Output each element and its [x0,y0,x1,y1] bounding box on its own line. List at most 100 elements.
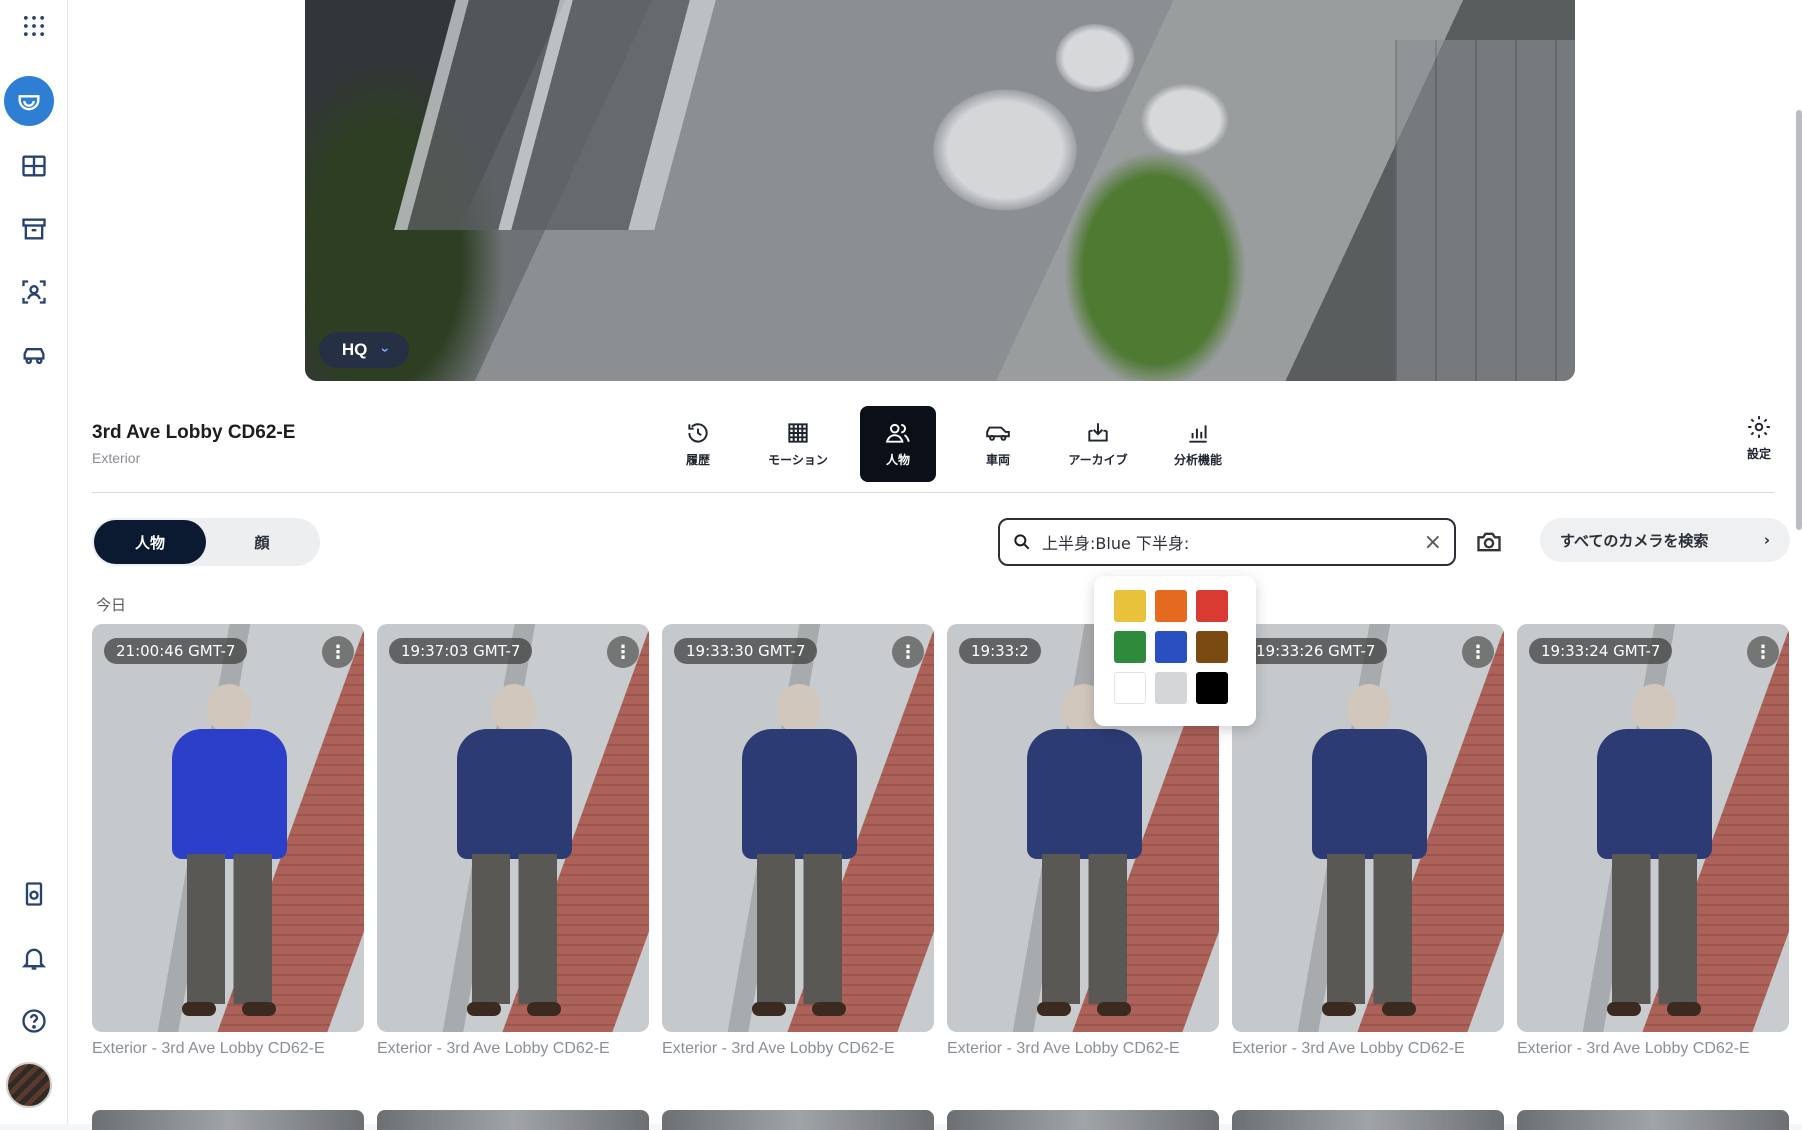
person-shoe [1097,1002,1131,1016]
timestamp-badge: 19:33:26 GMT-7 [1244,638,1388,664]
image-search-button[interactable] [1474,528,1504,556]
color-swatch[interactable] [1114,590,1146,622]
results-row-2-preview [92,1110,1789,1130]
person-legs [1612,854,1697,1004]
person-thumbnail[interactable]: 19:33:26 GMT-7 ⋮ [1232,624,1504,1032]
thumbnail-partial[interactable] [947,1110,1219,1130]
camera-dome-icon[interactable] [4,76,54,126]
color-swatch[interactable] [1114,672,1146,704]
live-video-feed[interactable]: HQ ‹ [305,0,1575,381]
person-legs [187,854,272,1004]
color-swatch[interactable] [1196,672,1228,704]
video-scene-paving [1395,40,1575,381]
vehicle-icon[interactable] [8,329,60,381]
person-shoe [182,1002,216,1016]
quality-toggle[interactable]: HQ ‹ [319,332,409,368]
segment-person[interactable]: 人物 [94,520,206,564]
bell-icon[interactable] [8,932,60,984]
more-options-icon[interactable]: ⋮ [1462,636,1494,668]
segment-face[interactable]: 顔 [206,520,318,564]
result-card[interactable]: 19:37:03 GMT-7 ⋮ Exterior - 3rd Ave Lobb… [377,624,649,1058]
person-shoe [242,1002,276,1016]
card-caption: Exterior - 3rd Ave Lobby CD62-E [947,1040,1180,1057]
camera-title: 3rd Ave Lobby CD62-E [92,422,296,443]
thumbnail-partial[interactable] [662,1110,934,1130]
tab-analytics[interactable]: 分析機能 [1148,406,1248,482]
more-options-icon[interactable]: ⋮ [607,636,639,668]
timestamp-badge: 19:37:03 GMT-7 [389,638,533,664]
color-picker-popover [1094,576,1256,726]
chevron-up-icon: ‹ [375,347,392,353]
person-thumbnail[interactable]: 19:37:03 GMT-7 ⋮ [377,624,649,1032]
archive-box-icon[interactable] [8,203,60,255]
color-swatch[interactable] [1155,590,1187,622]
search-box: × [998,518,1456,566]
person-head [207,684,251,734]
color-swatch[interactable] [1155,631,1187,663]
section-label: 今日 [96,596,127,614]
vehicle-icon [986,426,1010,441]
more-options-icon[interactable]: ⋮ [322,636,354,668]
layout-grid-icon[interactable] [8,140,60,192]
apps-grid-icon[interactable] [8,0,60,52]
person-shoe [812,1002,846,1016]
person-shoe [752,1002,786,1016]
search-all-cameras-button[interactable]: すべてのカメラを検索 › [1540,518,1790,562]
clear-icon[interactable]: × [1424,530,1442,555]
result-card[interactable]: 19:33:30 GMT-7 ⋮ Exterior - 3rd Ave Lobb… [662,624,934,1058]
color-swatch[interactable] [1114,631,1146,663]
tab-label: 車両 [985,453,1010,467]
card-caption: Exterior - 3rd Ave Lobby CD62-E [377,1040,610,1057]
tab-vehicle[interactable]: 車両 [948,406,1048,482]
result-card[interactable]: 19:33:24 GMT-7 ⋮ Exterior - 3rd Ave Lobb… [1517,624,1789,1058]
tab-label: 人物 [885,453,910,467]
person-thumbnail[interactable]: 21:00:46 GMT-7 ⋮ [92,624,364,1032]
person-figure [1302,684,1432,1024]
device-icon[interactable] [8,868,60,920]
settings-button[interactable]: 設定 [1746,414,1772,462]
person-shoe [527,1002,561,1016]
thumbnail-partial[interactable] [1517,1110,1789,1130]
card-caption: Exterior - 3rd Ave Lobby CD62-E [662,1040,895,1057]
search-all-cameras-label: すべてのカメラを検索 [1560,531,1709,550]
more-options-icon[interactable]: ⋮ [892,636,924,668]
tab-history[interactable]: 履歴 [648,406,748,482]
color-swatch[interactable] [1155,672,1187,704]
archive-download-icon [1088,423,1108,442]
main-panel: HQ ‹ 3rd Ave Lobby CD62-E Exterior 履歴 モー… [68,0,1802,1130]
result-card[interactable]: 19:33:26 GMT-7 ⋮ Exterior - 3rd Ave Lobb… [1232,624,1504,1058]
color-swatch[interactable] [1196,590,1228,622]
thumbnail-partial[interactable] [92,1110,364,1130]
tab-archive[interactable]: アーカイブ [1048,406,1148,482]
person-torso [742,729,857,859]
tab-label: 分析機能 [1173,453,1222,467]
search-icon [1014,534,1030,550]
tab-people[interactable]: 人物 [860,406,936,482]
settings-label: 設定 [1746,447,1771,461]
motion-grid-icon [788,423,808,443]
person-thumbnail[interactable]: 19:33:24 GMT-7 ⋮ [1517,624,1789,1032]
person-head [777,684,821,734]
person-legs [1327,854,1412,1004]
sidebar [0,0,68,1124]
result-card[interactable]: 21:00:46 GMT-7 ⋮ Exterior - 3rd Ave Lobb… [92,624,364,1058]
more-options-icon[interactable]: ⋮ [1747,636,1779,668]
tab-motion[interactable]: モーション [748,406,848,482]
person-shoe [467,1002,501,1016]
history-icon [688,423,708,443]
timestamp-badge: 21:00:46 GMT-7 [104,638,248,664]
scrollbar[interactable] [1796,110,1802,530]
thumbnail-partial[interactable] [1232,1110,1504,1130]
timestamp-badge: 19:33:24 GMT-7 [1529,638,1673,664]
tab-label: アーカイブ [1068,453,1128,467]
people-search-icon[interactable] [8,266,60,318]
person-torso [457,729,572,859]
search-input[interactable] [1042,532,1424,552]
person-face-toggle: 人物 顔 [92,518,320,566]
person-thumbnail[interactable]: 19:33:30 GMT-7 ⋮ [662,624,934,1032]
avatar[interactable] [6,1062,52,1108]
color-swatch[interactable] [1196,631,1228,663]
help-icon[interactable] [8,995,60,1047]
person-shoe [1382,1002,1416,1016]
thumbnail-partial[interactable] [377,1110,649,1130]
